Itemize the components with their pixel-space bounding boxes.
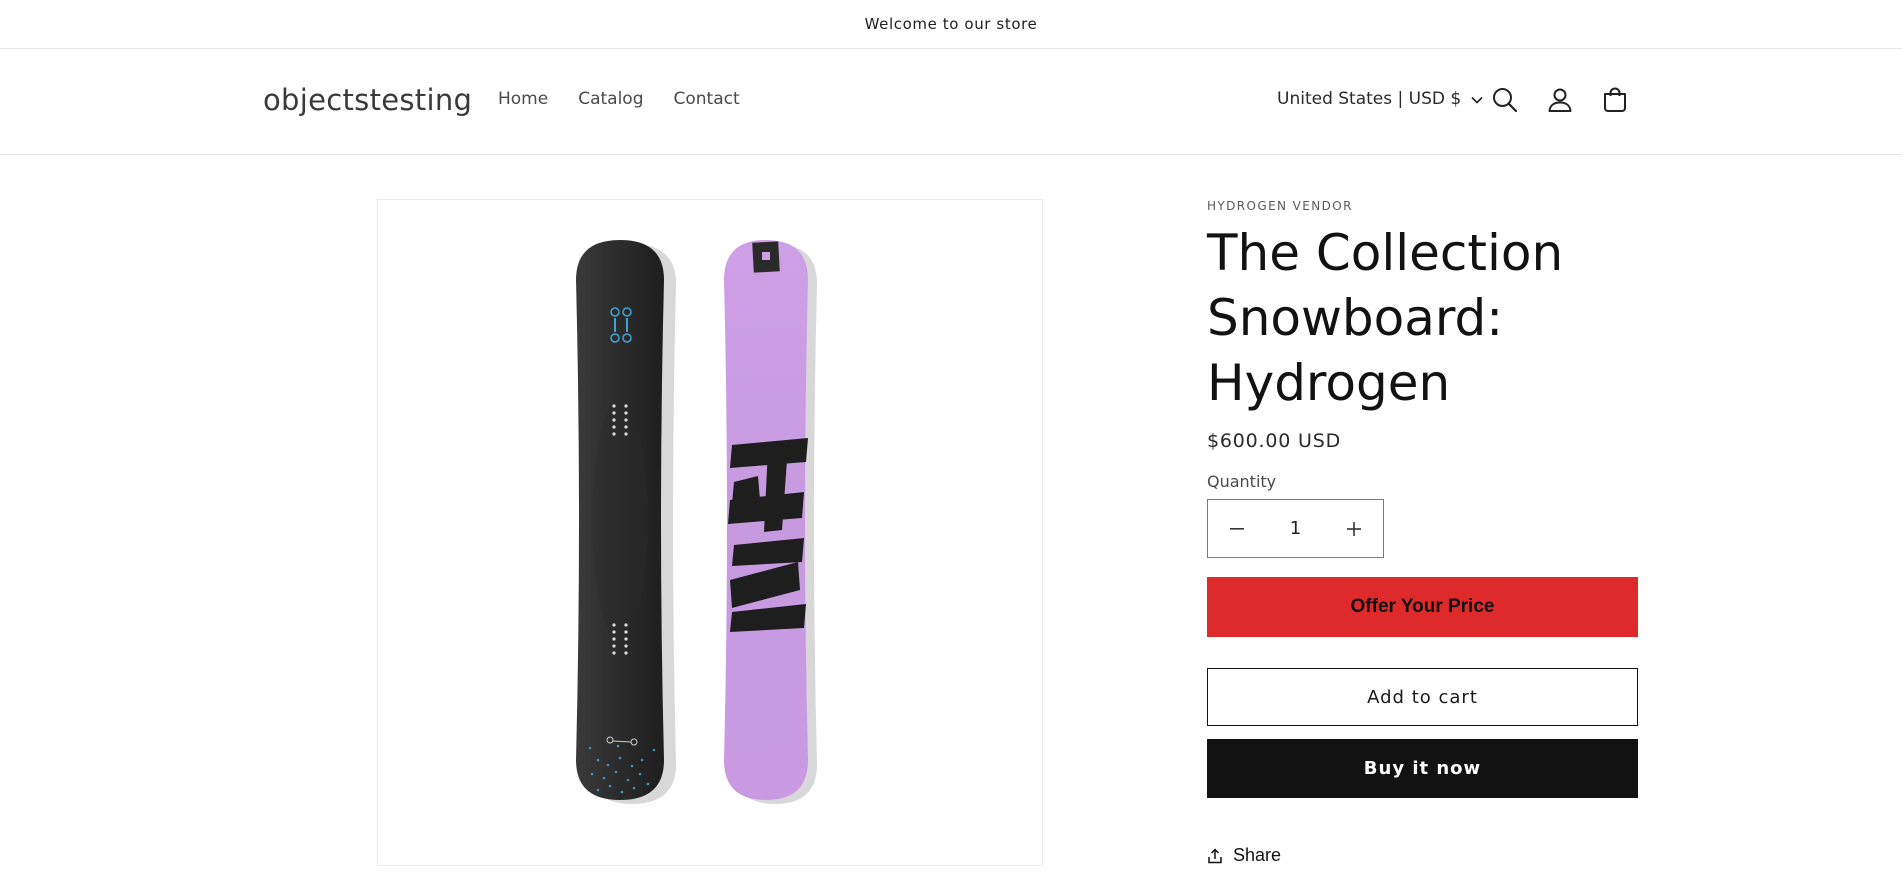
share-label: Share xyxy=(1233,845,1282,865)
main-nav: Home Catalog Contact xyxy=(498,89,740,109)
chevron-down-icon xyxy=(1471,89,1483,109)
quantity-increase-button[interactable] xyxy=(1325,500,1383,557)
snowboard-illustration xyxy=(576,240,817,804)
store-logo[interactable]: objectstesting xyxy=(263,83,472,117)
add-to-cart-button[interactable]: Add to cart xyxy=(1207,668,1638,726)
share-button[interactable]: Share xyxy=(1207,845,1638,866)
buy-it-now-button[interactable]: Buy it now xyxy=(1207,739,1638,798)
announcement-bar: Welcome to our store xyxy=(0,0,1902,49)
announcement-text: Welcome to our store xyxy=(864,15,1038,33)
account-icon[interactable] xyxy=(1545,85,1575,115)
country-currency-selector[interactable]: United States | USD $ xyxy=(1277,89,1483,109)
product-price: $600.00 USD xyxy=(1207,430,1342,452)
nav-item-contact[interactable]: Contact xyxy=(674,89,740,109)
quantity-stepper: 1 xyxy=(1207,499,1384,558)
nav-item-home[interactable]: Home xyxy=(498,89,548,109)
quantity-label: Quantity xyxy=(1207,472,1277,491)
plus-icon xyxy=(1347,521,1361,536)
site-header: objectstesting Home Catalog Contact Unit… xyxy=(0,49,1902,155)
product-vendor: HYDROGEN VENDOR xyxy=(1207,199,1353,213)
nav-item-catalog[interactable]: Catalog xyxy=(578,89,643,109)
quantity-input[interactable]: 1 xyxy=(1271,518,1321,539)
minus-icon xyxy=(1230,527,1244,530)
quantity-decrease-button[interactable] xyxy=(1208,500,1266,557)
search-icon[interactable] xyxy=(1490,85,1520,115)
cart-icon[interactable] xyxy=(1600,85,1630,115)
product-title: The Collection Snowboard: Hydrogen xyxy=(1207,224,1564,412)
product-info: HYDROGEN VENDOR The Collection Snowboard… xyxy=(1207,199,1638,866)
offer-your-price-button[interactable]: Offer Your Price xyxy=(1207,577,1638,637)
share-icon xyxy=(1208,847,1222,863)
locale-label: United States | USD $ xyxy=(1277,89,1462,109)
product-image[interactable] xyxy=(377,199,1043,866)
